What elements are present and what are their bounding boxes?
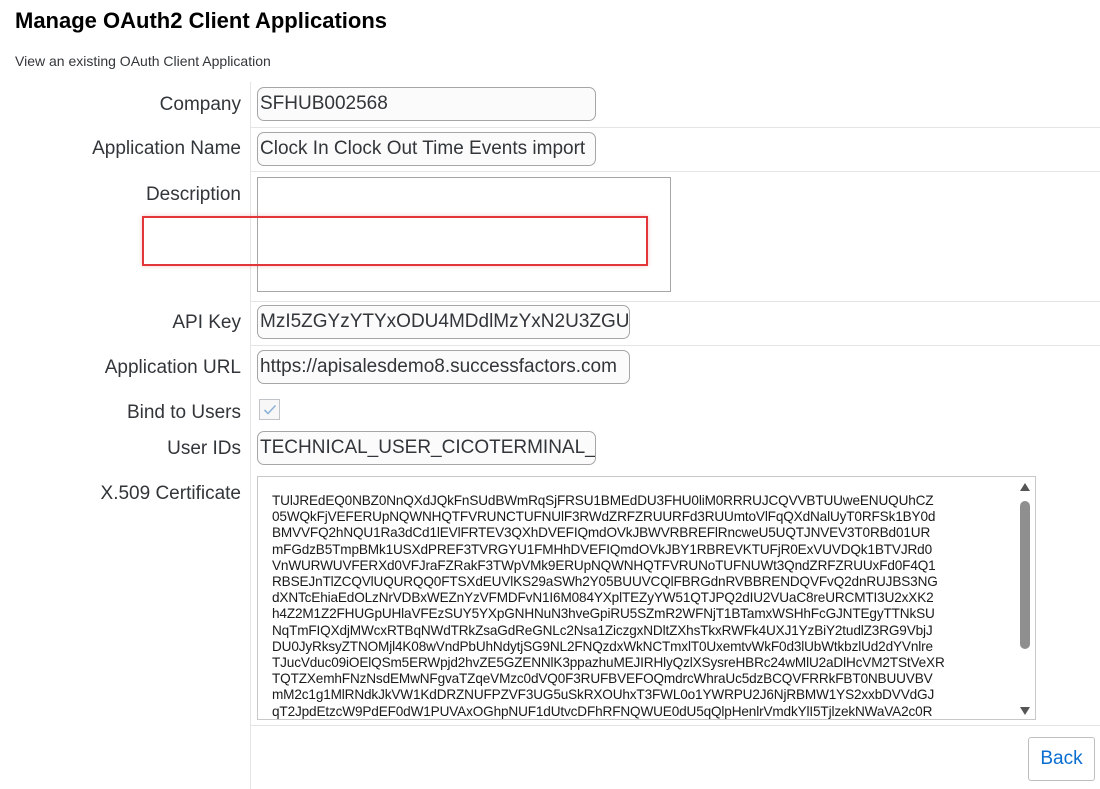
scroll-up-arrow-icon[interactable] bbox=[1020, 483, 1030, 491]
application-url-field[interactable]: https://apisalesdemo8.successfactors.com bbox=[257, 350, 630, 384]
certificate-scrollbar[interactable] bbox=[1019, 483, 1031, 715]
company-label: Company bbox=[159, 94, 241, 115]
user-ids-field[interactable]: TECHNICAL_USER_CICOTERMINAL_9 bbox=[257, 431, 596, 465]
application-name-label: Application Name bbox=[92, 138, 241, 159]
row-user-ids: User IDs TECHNICAL_USER_CICOTERMINAL_9 bbox=[0, 428, 1100, 472]
company-field[interactable]: SFHUB002568 bbox=[257, 87, 596, 121]
back-button[interactable]: Back bbox=[1028, 737, 1095, 781]
api-key-label: API Key bbox=[172, 312, 241, 333]
row-application-name: Application Name Clock In Clock Out Time… bbox=[0, 128, 1100, 172]
row-company: Company SFHUB002568 bbox=[0, 82, 1100, 128]
row-api-key: API Key MzI5ZGYzYTYxODU4MDdlMzYxN2U3ZGU1 bbox=[0, 302, 1100, 346]
certificate-text: TUlJREdEQ0NBZ0NnQXdJQkFnSUdBWmRqSjFRSU1B… bbox=[272, 493, 945, 719]
checkmark-icon bbox=[263, 404, 276, 415]
scroll-down-arrow-icon[interactable] bbox=[1020, 707, 1030, 715]
api-key-field[interactable]: MzI5ZGYzYTYxODU4MDdlMzYxN2U3ZGU1 bbox=[257, 305, 630, 339]
api-key-highlight-box bbox=[142, 216, 648, 266]
bind-to-users-label: Bind to Users bbox=[126, 402, 241, 423]
bind-to-users-checkbox[interactable] bbox=[259, 399, 280, 420]
page-subtitle: View an existing OAuth Client Applicatio… bbox=[15, 53, 271, 69]
application-name-field[interactable]: Clock In Clock Out Time Events import bbox=[257, 132, 596, 166]
form-panel: Company SFHUB002568 Application Name Clo… bbox=[0, 82, 1100, 789]
user-ids-label: User IDs bbox=[167, 438, 241, 459]
row-divider bbox=[250, 725, 1100, 726]
page-title: Manage OAuth2 Client Applications bbox=[15, 8, 387, 33]
certificate-textarea[interactable]: TUlJREdEQ0NBZ0NnQXdJQkFnSUdBWmRqSjFRSU1B… bbox=[257, 476, 1036, 720]
certificate-label: X.509 Certificate bbox=[100, 483, 241, 504]
scroll-thumb[interactable] bbox=[1020, 501, 1030, 649]
application-url-label: Application URL bbox=[104, 357, 241, 378]
row-bind-to-users: Bind to Users bbox=[0, 392, 1100, 428]
description-label: Description bbox=[145, 184, 241, 205]
row-application-url: Application URL https://apisalesdemo8.su… bbox=[0, 346, 1100, 392]
